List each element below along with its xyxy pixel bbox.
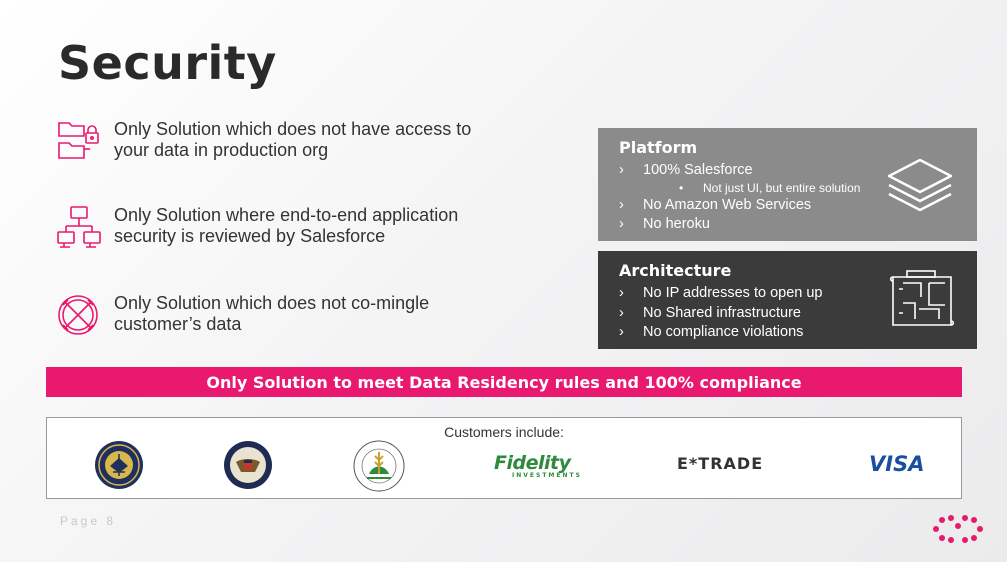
- platform-title: Platform: [619, 138, 698, 157]
- feature-text: Only Solution which does not co-mingle c…: [114, 293, 430, 334]
- platform-panel: Platform › 100% Salesforce • Not just UI, …: [598, 128, 977, 241]
- list-item: › No heroku: [619, 216, 710, 232]
- page-number: Page 8: [60, 514, 117, 528]
- slide-title: Security: [58, 36, 277, 90]
- locked-folders-icon: [58, 122, 99, 159]
- department-of-agriculture-seal-icon: [353, 440, 405, 492]
- compliance-banner: Only Solution to meet Data Residency rul…: [46, 367, 962, 397]
- etrade-logo: E*TRADE: [677, 454, 764, 473]
- fidelity-logo: Fidelity INVESTMENTS: [494, 452, 582, 479]
- feature-no-comingle: Only Solution which does not co-mingle c…: [56, 293, 494, 341]
- architecture-panel: Architecture › No IP addresses to open up…: [598, 251, 977, 349]
- stacked-layers-icon: [887, 158, 953, 212]
- floor-plan-icon: [889, 270, 955, 326]
- customers-label: Customers include:: [444, 424, 564, 440]
- crossed-circle-icon: [58, 295, 98, 335]
- brand-dots-logo-icon: [933, 515, 983, 543]
- united-states-navy-seal-icon: [95, 441, 143, 489]
- customers-panel: Customers include: Fidelity INVESTMENTS …: [46, 417, 962, 499]
- feature-no-data-access: Only Solution which does not have access…: [56, 119, 494, 167]
- department-of-state-seal-icon: [224, 441, 272, 489]
- visa-logo: VISA: [869, 452, 925, 476]
- feature-security-review: Only Solution where end-to-end applicati…: [56, 205, 494, 253]
- feature-text: Only Solution which does not have access…: [114, 119, 472, 160]
- feature-text: Only Solution where end-to-end applicati…: [114, 205, 459, 246]
- hierarchy-network-icon: [57, 206, 101, 248]
